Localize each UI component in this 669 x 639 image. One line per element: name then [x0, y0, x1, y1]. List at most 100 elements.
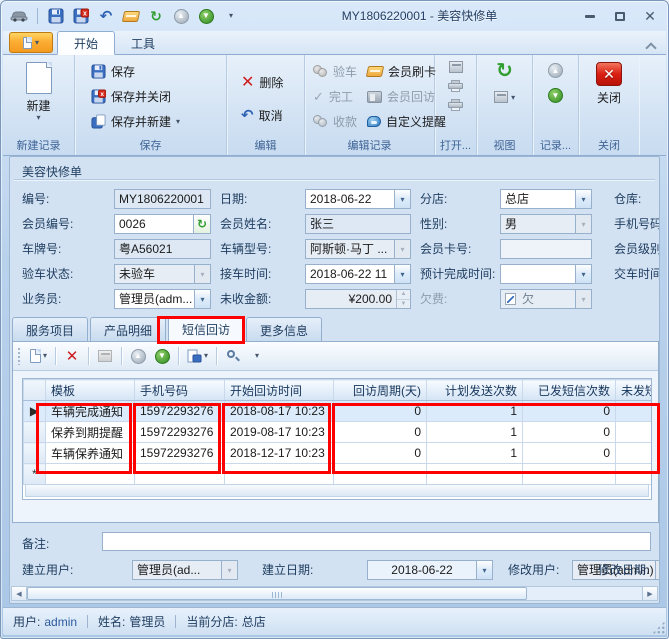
tab-home[interactable]: 开始: [57, 31, 115, 55]
previous-record-icon[interactable]: ▲: [548, 63, 563, 78]
lookup-refresh-icon[interactable]: ↻: [193, 215, 210, 233]
model-field[interactable]: 阿斯顿·马丁 ...▾: [305, 239, 411, 259]
ribbon-group-new-record: 新建 ▾ 新建记录: [3, 55, 75, 155]
table-row[interactable]: ▶ 车辆完成通知 15972293276 2018-08-17 10:23 0 …: [24, 401, 653, 422]
grid-add-row-button[interactable]: ▾: [28, 346, 49, 366]
group-label-record: 记录...: [537, 138, 574, 155]
col-header-template[interactable]: 模板: [46, 380, 135, 401]
save-button[interactable]: 保存: [87, 59, 222, 84]
table-row[interactable]: 车辆保养通知 15972293276 2018-12-17 10:23 0 1 …: [24, 443, 653, 464]
inspect-car-button[interactable]: 验车: [309, 59, 361, 84]
delete-x-icon: ✕: [241, 72, 254, 92]
col-header-planned[interactable]: 计划发送次数: [427, 380, 523, 401]
layout-icon[interactable]: ▾: [494, 89, 515, 103]
tab-more-info[interactable]: 更多信息: [246, 317, 322, 342]
chevron-down-icon: ▾: [575, 215, 591, 233]
row-selector[interactable]: [24, 422, 46, 443]
group-label-open: 打开...: [439, 138, 472, 155]
chevron-down-icon: ▾: [35, 39, 39, 47]
print-preview-icon[interactable]: [449, 61, 463, 73]
save-close-button[interactable]: x 保存并关闭: [87, 84, 222, 109]
save-new-button[interactable]: 保存并新建 ▾: [87, 109, 222, 134]
ribbon: 新建 ▾ 新建记录 保存 x 保存并关闭 保存并新建 ▾: [3, 55, 666, 156]
col-header-sent[interactable]: 已发短信次数: [523, 380, 616, 401]
inspect-status-field[interactable]: 未验车▾: [114, 264, 211, 284]
group-label-edit: 编辑: [231, 138, 300, 155]
tab-product-detail[interactable]: 产品明细: [90, 317, 166, 342]
scroll-left-icon[interactable]: ◀: [12, 587, 27, 600]
row-selector[interactable]: ▶: [24, 401, 46, 422]
col-header-start[interactable]: 开始回访时间: [225, 380, 334, 401]
row-selector[interactable]: [24, 443, 46, 464]
grid-export-button[interactable]: ▾: [185, 346, 210, 366]
collect-payment-button[interactable]: 收款: [309, 109, 361, 134]
toolbar-drag-handle[interactable]: [17, 347, 22, 365]
member-no-field[interactable]: 0026↻: [114, 214, 211, 234]
maximize-button[interactable]: [612, 9, 628, 23]
scrollbar-track[interactable]: [527, 587, 642, 600]
close-form-button[interactable]: ✕ 关闭: [590, 59, 628, 138]
grid-toolbar: ▾ ✕ ▲ ▼ ▾ ▾: [13, 342, 658, 371]
horizontal-scrollbar[interactable]: ◀ ▶: [11, 586, 658, 601]
group-label-edit-record: 编辑记录: [309, 138, 430, 155]
grid-find-options-icon[interactable]: ▾: [247, 346, 267, 366]
status-bar: 用户: admin 姓名: 管理员 当前分店: 总店: [3, 607, 666, 635]
grid-move-up-button[interactable]: ▲: [128, 346, 148, 366]
receive-time-field[interactable]: 2018-06-22 11▾: [305, 264, 411, 284]
statusbar-separator: [87, 615, 88, 628]
collapse-ribbon-icon[interactable]: [647, 43, 656, 49]
tab-service-items[interactable]: 服务项目: [12, 317, 88, 342]
refresh-view-icon[interactable]: ↻: [496, 61, 513, 81]
scrollbar-thumb[interactable]: [27, 587, 527, 600]
table-row[interactable]: 保养到期提醒 15972293276 2019-08-17 10:23 0 1 …: [24, 422, 653, 443]
salesman-field[interactable]: 管理员(adm...▾: [114, 289, 211, 309]
new-button[interactable]: 新建 ▾: [20, 59, 58, 138]
card-no-label: 会员卡号:: [420, 239, 471, 259]
member-level-label: 会员级别: [614, 239, 660, 259]
col-header-cycle[interactable]: 回访周期(天): [334, 380, 427, 401]
col-header-unsent[interactable]: 未发短信次数: [616, 380, 653, 401]
branch-field[interactable]: 总店▾: [500, 189, 592, 209]
grid-corner[interactable]: [24, 380, 46, 401]
col-header-phone[interactable]: 手机号码: [135, 380, 225, 401]
grid-copy-button[interactable]: [95, 346, 115, 366]
plate-field[interactable]: 粤A56021: [114, 239, 211, 259]
delete-button[interactable]: ✕ 删除: [237, 70, 300, 95]
next-record-icon[interactable]: ▼: [548, 88, 563, 103]
undo-icon: ↶: [241, 108, 254, 123]
card-no-field[interactable]: [500, 239, 592, 259]
tab-sms-followup[interactable]: 短信回访: [168, 316, 244, 342]
grid-hscrollbar[interactable]: [25, 484, 649, 497]
scroll-right-icon[interactable]: ▶: [642, 587, 657, 600]
groupbox-line: [14, 179, 655, 180]
group-label-view: 视图: [481, 138, 528, 155]
chat-bubble-icon: [367, 116, 381, 127]
grid-new-row[interactable]: *: [24, 464, 653, 485]
date-field[interactable]: 2018-06-22▾: [305, 189, 411, 209]
cancel-button[interactable]: ↶ 取消: [237, 103, 300, 128]
grid-move-down-button[interactable]: ▼: [152, 346, 172, 366]
grid-delete-row-button[interactable]: ✕: [62, 346, 82, 366]
grid-find-button[interactable]: [223, 346, 243, 366]
deliver-time-label: 交车时间: [614, 264, 660, 284]
chevron-down-icon: ▾: [575, 265, 591, 283]
tab-tools[interactable]: 工具: [115, 32, 171, 54]
chevron-down-icon: ▾: [575, 290, 591, 308]
statusbar-branch-value: 总店: [242, 613, 266, 630]
expected-time-field[interactable]: ▾: [500, 264, 592, 284]
arrears-field[interactable]: 欠▾: [500, 289, 592, 309]
close-window-button[interactable]: ✕: [642, 9, 658, 23]
printer-icon[interactable]: [448, 80, 463, 92]
modified-date-label: 修改日期:: [598, 560, 649, 580]
unpaid-field[interactable]: ¥200.00▲▼: [305, 289, 411, 309]
printer-icon[interactable]: [448, 99, 463, 111]
no-field[interactable]: MY1806220001: [114, 189, 211, 209]
member-name-field[interactable]: 张三: [305, 214, 411, 234]
remarks-input[interactable]: [102, 532, 651, 551]
gender-field[interactable]: 男▾: [500, 214, 592, 234]
minimize-button[interactable]: [582, 9, 598, 23]
created-date-field[interactable]: 2018-06-22▾: [367, 560, 493, 580]
created-by-field[interactable]: 管理员(ad...▾: [132, 560, 238, 580]
finish-button[interactable]: ✓ 完工: [309, 84, 361, 109]
app-menu-button[interactable]: ▾: [9, 32, 53, 53]
